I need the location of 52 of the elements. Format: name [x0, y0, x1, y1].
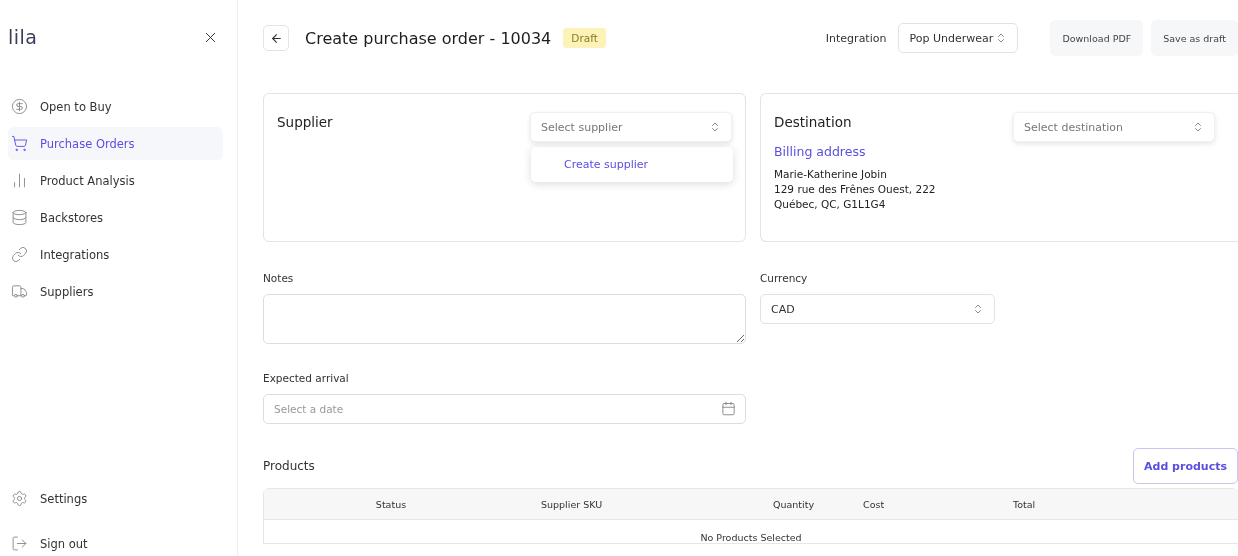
cart-icon — [11, 135, 28, 152]
header-button[interactable]: Download PDF — [1050, 20, 1144, 56]
status-badge: Draft — [563, 28, 606, 48]
sidebar-item[interactable]: Purchase Orders — [8, 127, 223, 160]
column-header: Cost — [862, 498, 885, 510]
back-arrow-icon — [269, 31, 283, 45]
column-header: Status — [375, 498, 407, 510]
page-title: Create purchase order - 10034 — [305, 28, 552, 48]
field-label: Notes — [263, 272, 295, 284]
back-button[interactable] — [263, 25, 289, 51]
bar-chart-icon — [11, 172, 28, 189]
column-header: Supplier SKU — [540, 498, 603, 510]
chevrons-icon — [709, 121, 721, 133]
destination-select[interactable]: Select destination — [1013, 112, 1215, 142]
empty-message: No Products Selected — [700, 532, 802, 543]
section-title: Products — [263, 459, 315, 473]
database-icon — [11, 209, 28, 226]
add-products-button[interactable]: Add products — [1133, 448, 1238, 484]
column-header: Quantity — [772, 498, 815, 510]
supplier-select[interactable]: Select supplier — [530, 112, 732, 142]
field-label: Currency — [760, 272, 809, 284]
link-icon — [11, 246, 28, 263]
logo: lila — [8, 26, 38, 48]
dollar-icon — [11, 98, 28, 115]
card-title: Supplier — [277, 114, 333, 130]
card-title: Destination — [774, 114, 852, 130]
header-button[interactable]: Save as draft — [1151, 20, 1238, 56]
sidebar-item[interactable]: Open to Buy — [8, 90, 223, 123]
address-line: 129 rue des Frênes Ouest, 222 — [774, 182, 937, 197]
address-line: Québec, QC, G1L1G4 — [774, 197, 887, 212]
sidebar-item[interactable]: Backstores — [8, 201, 223, 234]
settings-icon — [11, 490, 28, 507]
sidebar-item[interactable]: Product Analysis — [8, 164, 223, 197]
sidebar-item[interactable]: Settings — [8, 482, 223, 515]
date-field[interactable]: Select a date — [263, 394, 746, 424]
chevrons-icon — [1192, 121, 1204, 133]
field-label: Expected arrival — [263, 372, 350, 384]
notes-field[interactable] — [263, 294, 746, 344]
address-title: Billing address — [774, 144, 867, 159]
sidebar-item[interactable]: Suppliers — [8, 275, 223, 308]
address-line: Marie-Katherine Jobin — [774, 167, 888, 182]
integration-label: Integration — [825, 31, 887, 45]
calendar-icon — [721, 401, 736, 416]
sidebar-item[interactable]: Integrations — [8, 238, 223, 271]
truck-icon — [11, 283, 28, 300]
currency-select[interactable]: CAD — [760, 294, 995, 324]
menu-item[interactable]: Create supplier — [564, 158, 649, 171]
sidebar-item[interactable]: Sign out — [8, 527, 223, 556]
chevrons-icon — [972, 303, 984, 315]
column-header: Total — [1012, 498, 1036, 510]
integration-select[interactable]: Pop Underwear — [898, 23, 1019, 53]
sign-out-icon — [11, 535, 28, 552]
